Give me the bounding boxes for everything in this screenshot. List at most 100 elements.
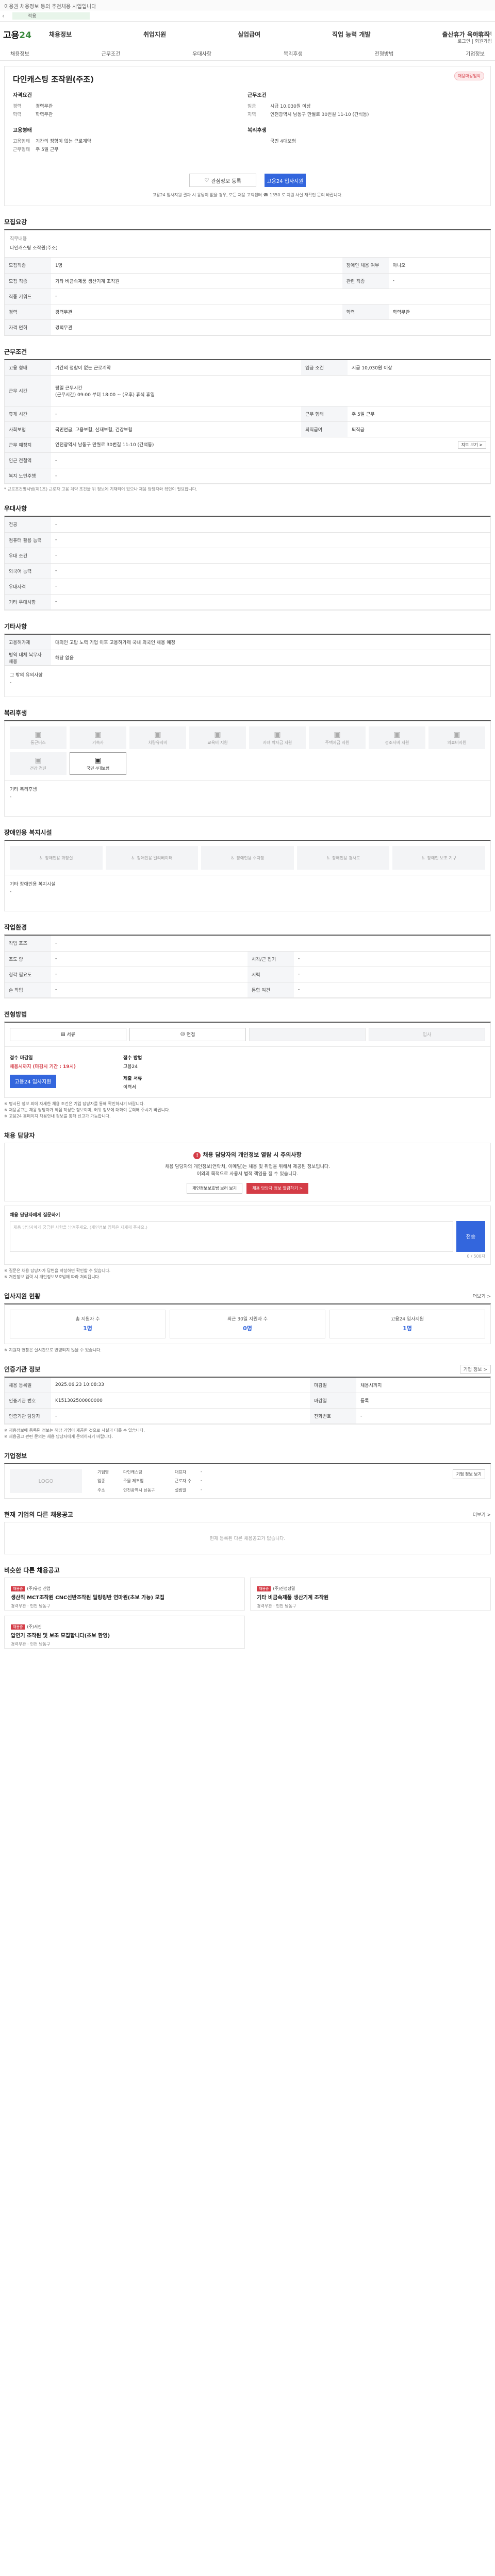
save-interest-button[interactable]: ♡ 관심정보 등록 — [189, 174, 256, 187]
gnb-item[interactable]: 직업 능력 개발 — [330, 30, 373, 39]
job-card[interactable]: 채용중 (주)진성정밀 기타 비금속제품 생산기계 조작원 경력무관 · 인천 남동구 — [250, 1578, 491, 1611]
section-title: 근무조건 — [4, 347, 491, 359]
table-head: 휴게 시간 — [5, 406, 51, 422]
note-line: ※ 개인정보 입력 시 개인정보보호법에 따라 처리됩니다. — [4, 1274, 101, 1279]
table-row: 근무 시간 평일 근무시간 (근무시간) 09:00 부터 18:00 ~ (오후… — [5, 375, 490, 406]
table-row: 병역 대체 복무자 채용 해당 없음 — [5, 650, 490, 666]
section-title: 장애인용 복지시설 — [4, 829, 52, 836]
table-cell: 경력무관 — [51, 319, 490, 335]
card-meta: 경력무관 · 인천 남동구 — [11, 1604, 51, 1608]
tab-process[interactable]: 전형방법 — [375, 49, 394, 57]
main-content: 채용마감임박 다인캐스팅 조작원(주조) 자격요건 경력 경력무관 학력 학력무관 … — [0, 66, 495, 1649]
section-title-text: 근무조건 — [4, 348, 27, 355]
map-button[interactable]: 지도 보기 > — [457, 441, 486, 449]
recruit-table: 모집직종 1명 장애인 채용 여부 아니오 모집 직종 기타 비금속제품 생산기계 조작… — [5, 258, 490, 335]
table-row: 인근 전철역 - — [5, 452, 490, 468]
table-head: 우대자격 — [5, 579, 51, 595]
gnb-item[interactable]: 채용정보 — [47, 30, 74, 39]
apply-button[interactable]: 고용24 입사지원 — [265, 174, 306, 187]
table-head: 작업 포즈 — [5, 936, 51, 952]
stat-card: 고용24 입사지원 1명 — [329, 1309, 485, 1338]
table-row: 인증기관 번호 K151302500000000 마감일 등록 — [5, 1393, 490, 1409]
table-cell: - — [388, 273, 490, 289]
agency-info-button[interactable]: 기업 정보 > — [459, 1364, 491, 1374]
table-cell: - — [51, 548, 490, 564]
section-etc: 기타사항 고용허가제 대외인 고탑 노력 기업 이후 고용허가제 국내 외국인 채… — [4, 622, 491, 697]
step-label: 면접 — [186, 1032, 195, 1038]
table-cell: - — [51, 563, 490, 579]
dash-value: - — [10, 889, 12, 894]
privacy-warning: ! 채용 담당자의 개인정보 열람 시 주의사항 채용 담당자의 개인정보(연락처… — [4, 1142, 491, 1201]
welfare-icon: ▣ — [393, 730, 401, 739]
table-row: 기타 우대사항 - — [5, 594, 490, 610]
summary-row: 근무형태 주 5일 근무 — [13, 146, 248, 152]
accessibility-icon: ♿ — [131, 855, 135, 860]
table-head: 인증기관 번호 — [5, 1393, 51, 1409]
gnb-item[interactable]: 실업급여 — [236, 30, 262, 39]
welfare-box: ▣ 통근버스 ▣ 기숙사 ▣ 차량유지비 ▣ 교육비 지원 ▣ 자녀 학자금 지원 ▣ 주택자금 지원… — [4, 720, 491, 817]
desc-text: 다인캐스팅 조작원(주조) — [10, 246, 58, 251]
company-box: LOGO 기업명 다인캐스팅 대표자 - 업종 주물 제조업 근로자 수 - 주소 인천광… — [4, 1463, 491, 1499]
tab-company[interactable]: 기업정보 — [466, 49, 485, 57]
table-cell: 기간의 정함이 없는 근로계약 — [51, 360, 301, 376]
section-title: 복리후생 — [4, 709, 27, 717]
logo-number: 24 — [19, 30, 31, 41]
etc-table: 고용허가제 대외인 고탑 노력 기업 이후 고용허가제 국내 외국인 채용 예정 … — [5, 634, 490, 666]
job-card[interactable]: 채용중 (주)유성 산업 생산직 MCT조작원 CNC선반조작원 밀링링반 연마원(… — [4, 1578, 245, 1611]
table-row: 손 작업 - 통합 여건 - — [5, 982, 490, 998]
facility-item: ♿ 장애인용 주차장 — [201, 846, 294, 870]
table-head: 우대 조건 — [5, 548, 51, 564]
desc-label: 직무내용 — [10, 236, 27, 242]
view-contact-button[interactable]: 채용 담당자 정보 열람하기 > — [246, 1182, 308, 1194]
tab-welfare[interactable]: 복리후생 — [284, 49, 303, 57]
process-notes: ※ 명시된 정보 외에 자세한 채용 조건은 기업 담당자를 통해 확인하시기 … — [4, 1101, 491, 1120]
method-value: 고용24 — [123, 1064, 138, 1070]
tab-recruit[interactable]: 채용정보 — [10, 49, 29, 57]
table-head: 마감일 — [309, 1377, 356, 1393]
table-head: 전화번호 — [309, 1408, 356, 1424]
chevron-left-icon[interactable]: ‹ — [2, 12, 12, 20]
table-row: 복지 노인주행 - — [5, 468, 490, 484]
stat-card: 총 지원자 수 1명 — [10, 1309, 166, 1338]
welfare-label: 건강 검진 — [30, 766, 46, 771]
person-icon: ☺ — [180, 1031, 187, 1037]
site-logo[interactable]: 고용24 — [3, 28, 31, 41]
save-interest-label: 관심정보 등록 — [211, 178, 241, 184]
dash-label: 기타 장애인용 복지시설 — [10, 882, 56, 887]
table-cell: - — [294, 982, 490, 998]
welfare-item: ▣ 기숙사 — [70, 726, 126, 749]
section-title-text: 인증기관 정보 — [4, 1365, 41, 1373]
welfare-icon: ▣ — [334, 730, 341, 739]
table-head: 근무 시간 — [5, 375, 51, 406]
privacy-law-button[interactable]: 개인정보보호법 보러 보기 — [187, 1182, 243, 1194]
tab-work[interactable]: 근무조건 — [102, 49, 121, 57]
job-cards: 채용중 (주)유성 산업 생산직 MCT조작원 CNC선반조작원 밀링링반 연마원(… — [4, 1578, 491, 1649]
welfare-label: 기숙사 — [92, 740, 104, 745]
job-card[interactable]: 채용중 (주)서진 압연기 조작원 및 보조 모집합니다(초보 환영) 경력무관 · … — [4, 1616, 245, 1649]
table-row: 근무 예정지 인천광역시 남동구 만월로 30번길 11-10 (간석동) 지도 보… — [5, 437, 490, 453]
table-cell: - — [294, 951, 490, 967]
more-link[interactable]: 더보기 > — [473, 1293, 491, 1299]
table-cell: 퇴직금 — [347, 421, 490, 437]
table-cell: 2025.06.23 10:08:33 — [51, 1377, 310, 1393]
inquiry-send-button[interactable]: 전송 — [456, 1221, 485, 1252]
process-box: ▤ 서류 ☺ 면접 입사 접수 마감일 채용시까지 (마감시 기간 : 19시)… — [4, 1021, 491, 1098]
hero-note: 고용24 입사지원 결과 시 응답이 없을 경우, 모든 채용 고객센터 ☎ 1… — [152, 193, 343, 197]
welfare-item: ▣ 자녀 학자금 지원 — [249, 726, 306, 749]
agency-notes: ※ 채용정보에 등록된 정보는 해당 기업이 제공한 것으로 사실과 다를 수 … — [4, 1428, 491, 1440]
table-row: 우대 조건 - — [5, 548, 490, 564]
util-search[interactable]: 채용 검색 — [457, 31, 492, 38]
apply-button-2[interactable]: 고용24 입사지원 — [10, 1074, 56, 1088]
more-link[interactable]: 더보기 > — [473, 1511, 491, 1518]
accessibility-icon: ♿ — [421, 855, 425, 860]
inquiry-input[interactable]: 채용 담당자에게 궁금한 사항을 남겨주세요. (개인정보 입력은 자제해 주세… — [10, 1221, 453, 1252]
tab-prefer[interactable]: 우대사항 — [192, 49, 211, 57]
util-login[interactable]: 로그인 | 회원가입 — [457, 38, 492, 45]
table-head: 퇴직급여 — [301, 421, 348, 437]
apply-head: 제출 서류 — [123, 1076, 142, 1081]
table-head: 사회보험 — [5, 421, 51, 437]
gnb-item[interactable]: 취업지원 — [141, 30, 168, 39]
section-facility: 장애인용 복지시설 ♿ 장애인용 화장실 ♿ 장애인용 엘리베이터 ♿ 장애인용 주차장 ♿… — [4, 828, 491, 911]
company-info-button[interactable]: 기업 정보 보기 — [452, 1469, 485, 1479]
applicants-note: ※ 지원자 현황은 실시간으로 반영되지 않을 수 있습니다. — [4, 1347, 102, 1352]
